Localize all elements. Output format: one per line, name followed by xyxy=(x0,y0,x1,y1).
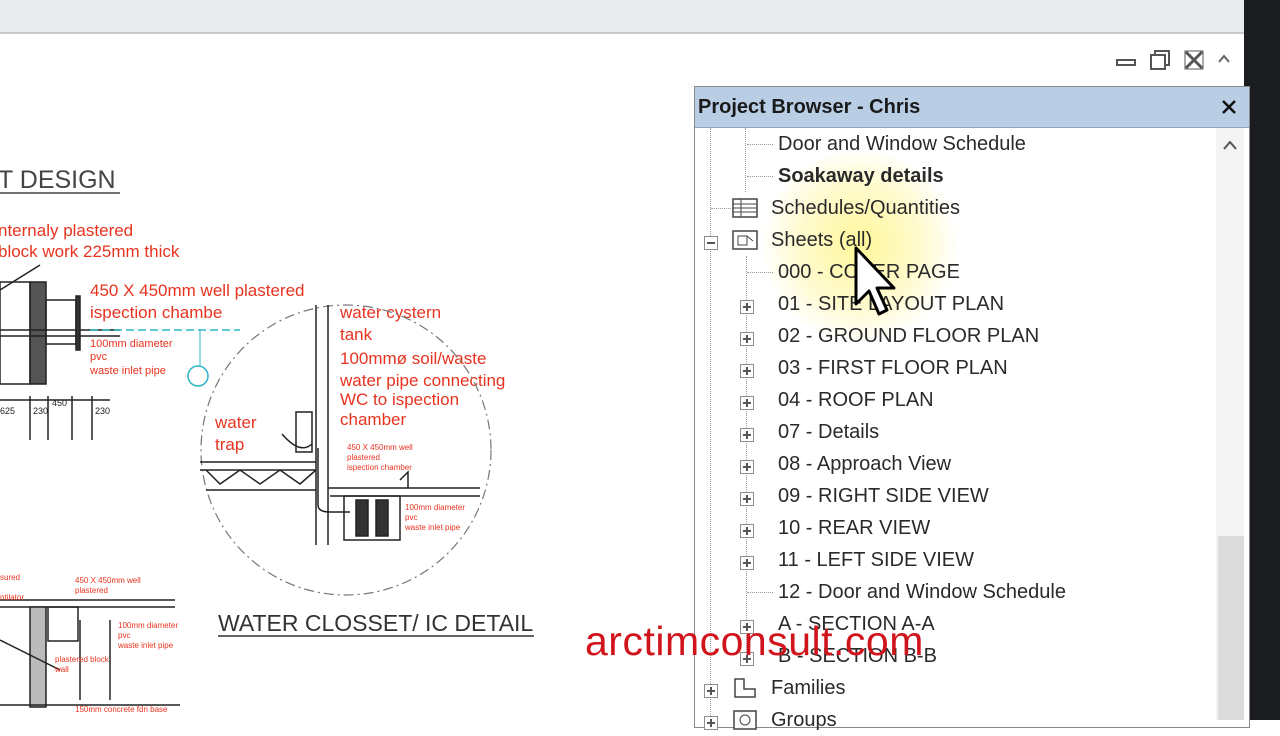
sheet-icon xyxy=(732,230,758,250)
note: water cystern xyxy=(339,303,441,322)
note: 450 X 450mm well xyxy=(347,443,413,452)
expand-toggle[interactable] xyxy=(740,492,754,506)
tree-item[interactable]: 04 - ROOF PLAN xyxy=(778,384,934,416)
svg-text:150mm concrete fdn base: 150mm concrete fdn base xyxy=(75,705,168,714)
svg-text:waste inlet pipe: waste inlet pipe xyxy=(117,641,174,650)
note: 100mm diameter xyxy=(405,503,465,512)
svg-text:wall: wall xyxy=(54,665,69,674)
note: waste inlet pipe xyxy=(404,523,461,532)
close-icon xyxy=(1222,100,1236,114)
tree-item[interactable]: 11 - LEFT SIDE VIEW xyxy=(778,544,974,576)
note: block work 225mm thick xyxy=(0,242,180,261)
dimension: 450 xyxy=(52,398,67,408)
note: ispection chambe xyxy=(90,303,222,322)
schedule-icon xyxy=(732,198,758,218)
scroll-up-icon[interactable] xyxy=(1222,138,1238,152)
note: nternaly plastered xyxy=(0,221,133,240)
tree-item[interactable]: Groups xyxy=(771,704,837,736)
families-icon xyxy=(734,678,756,698)
tree-item[interactable]: 02 - GROUND FLOOR PLAN xyxy=(778,320,1039,352)
dimension: 230 xyxy=(95,406,110,416)
expand-toggle[interactable] xyxy=(740,300,754,314)
expand-toggle[interactable] xyxy=(740,524,754,538)
tree-item[interactable]: 12 - Door and Window Schedule xyxy=(778,576,1066,608)
restore-icon[interactable] xyxy=(1148,48,1172,72)
note: trap xyxy=(215,435,244,454)
scroll-thumb[interactable] xyxy=(1218,536,1244,720)
chevron-up-icon[interactable] xyxy=(1216,48,1232,72)
note: water pipe connecting xyxy=(339,371,505,390)
groups-icon xyxy=(733,710,757,730)
expand-toggle[interactable] xyxy=(704,684,718,698)
note: ispection chamber xyxy=(347,463,412,472)
watermark: arctimconsult.com xyxy=(585,618,924,664)
dimension: 625 xyxy=(0,406,15,416)
note: chamber xyxy=(340,410,406,429)
expand-toggle[interactable] xyxy=(740,332,754,346)
expand-toggle[interactable] xyxy=(740,556,754,570)
collapse-toggle[interactable] xyxy=(704,236,718,250)
svg-text:450 X 450mm well: 450 X 450mm well xyxy=(75,576,141,585)
tree-item[interactable]: Families xyxy=(771,672,845,704)
tree-item[interactable]: 09 - RIGHT SIDE VIEW xyxy=(778,480,989,512)
window-controls xyxy=(1114,46,1232,74)
svg-text:100mm diameter: 100mm diameter xyxy=(118,621,178,630)
note: tank xyxy=(340,325,373,344)
note: 450 X 450mm well plastered xyxy=(90,281,305,300)
note: pvc xyxy=(90,351,108,363)
tree-item[interactable]: 08 - Approach View xyxy=(778,448,951,480)
expand-toggle[interactable] xyxy=(740,364,754,378)
project-browser-title: Project Browser - Chris xyxy=(698,95,921,118)
tree-item[interactable]: 07 - Details xyxy=(778,416,879,448)
project-browser-header: Project Browser - Chris xyxy=(695,87,1249,128)
dimension: 230 xyxy=(33,406,48,416)
svg-text:ntilator: ntilator xyxy=(0,593,24,602)
drawing-title: T DESIGN xyxy=(0,166,116,194)
minimize-icon[interactable] xyxy=(1114,48,1138,72)
svg-text:sured: sured xyxy=(0,573,20,582)
detail-title: WATER CLOSSET/ IC DETAIL xyxy=(218,610,533,636)
mouse-cursor-icon xyxy=(854,246,896,316)
tree-item[interactable]: Schedules/Quantities xyxy=(771,192,960,224)
expand-toggle[interactable] xyxy=(740,460,754,474)
svg-text:plastered block: plastered block xyxy=(55,655,110,664)
note: 100mmø soil/waste xyxy=(340,349,486,368)
title-bar xyxy=(0,0,1244,34)
tree-item[interactable]: Soakaway details xyxy=(778,160,944,192)
expand-toggle[interactable] xyxy=(704,716,718,730)
tree-item[interactable]: 03 - FIRST FLOOR PLAN xyxy=(778,352,1008,384)
svg-text:plastered: plastered xyxy=(75,586,108,595)
note: plastered xyxy=(347,453,380,462)
note: WC to ispection xyxy=(340,390,459,409)
note: pvc xyxy=(405,513,417,522)
close-button[interactable] xyxy=(1215,93,1243,121)
note: water xyxy=(214,413,257,432)
svg-text:pvc: pvc xyxy=(118,631,130,640)
expand-toggle[interactable] xyxy=(740,428,754,442)
note: waste inlet pipe xyxy=(89,365,166,377)
note: 100mm diameter xyxy=(90,338,173,350)
tree-item[interactable]: 10 - REAR VIEW xyxy=(778,512,930,544)
tree-item[interactable]: Door and Window Schedule xyxy=(778,128,1026,160)
close-icon[interactable] xyxy=(1182,48,1206,72)
expand-toggle[interactable] xyxy=(740,396,754,410)
